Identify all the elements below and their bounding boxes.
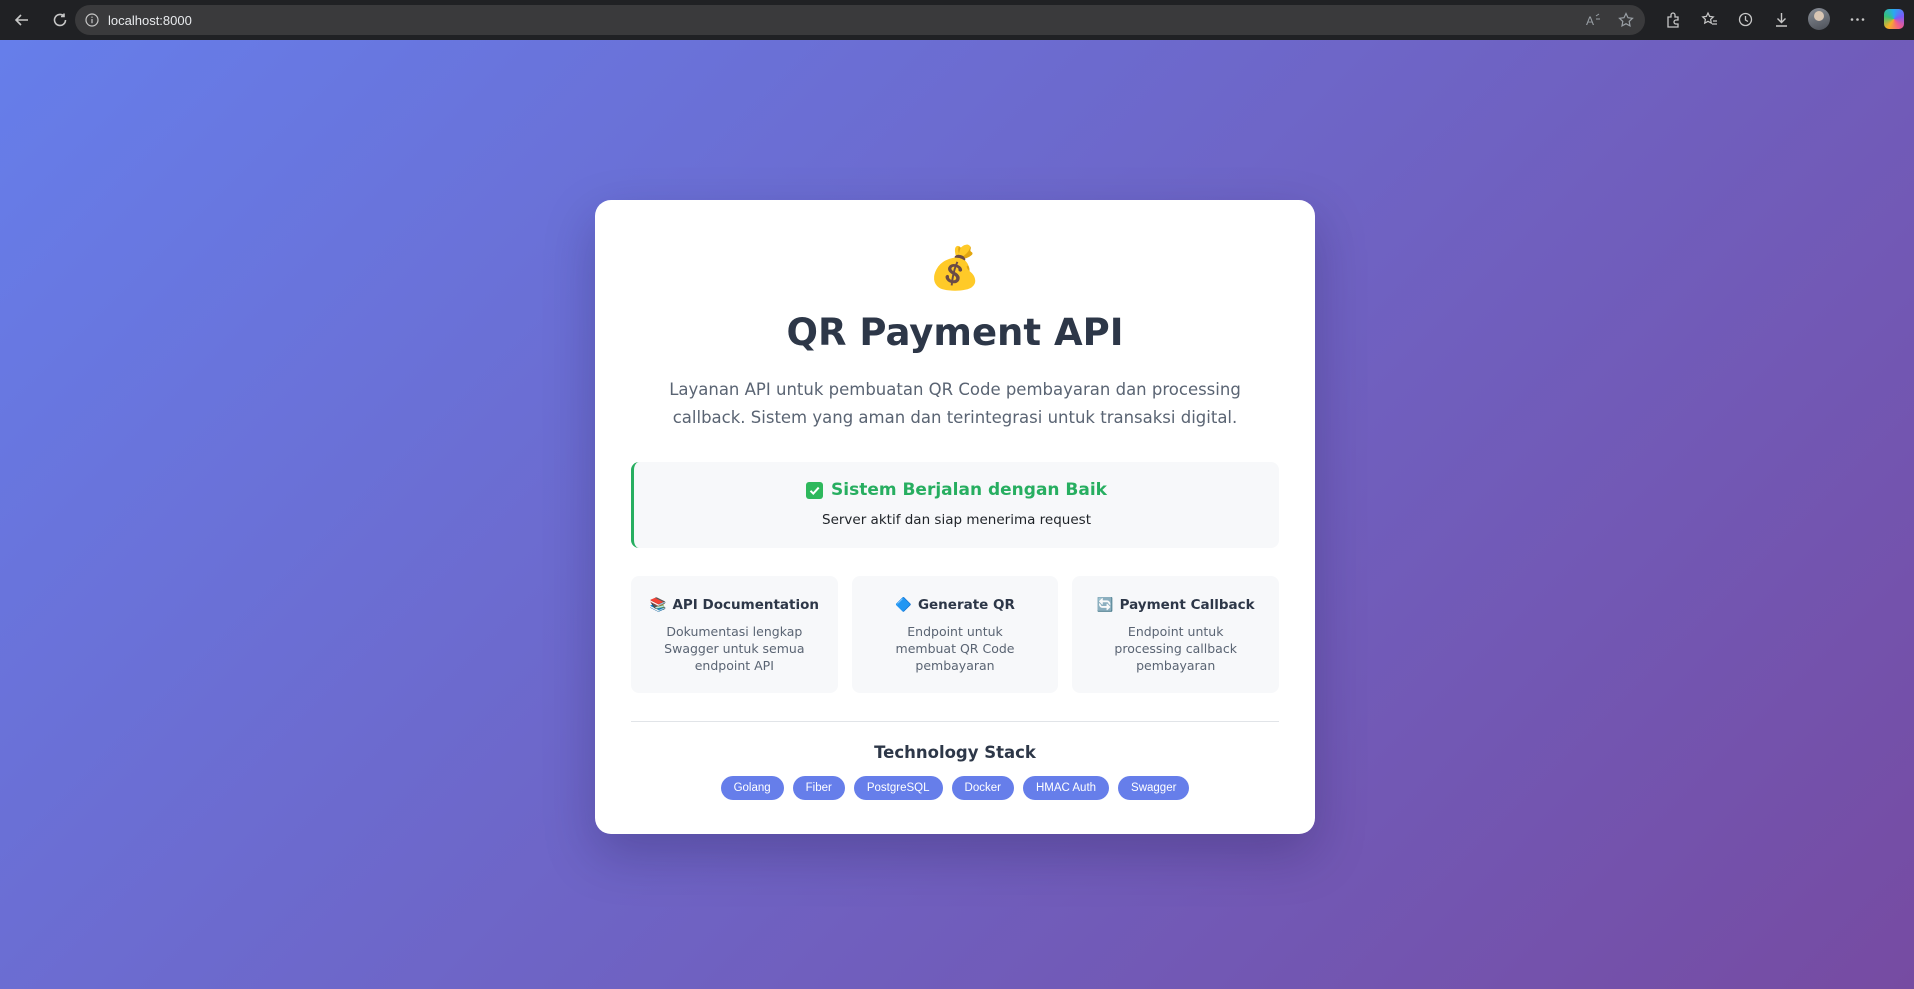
tech-badge: Fiber bbox=[792, 776, 845, 800]
check-icon bbox=[806, 481, 823, 499]
tech-stack-title: Technology Stack bbox=[874, 743, 1036, 762]
feature-card-generate-qr[interactable]: 🔷 Generate QR Endpoint untuk membuat QR … bbox=[851, 576, 1059, 693]
diamond-icon: 🔷 bbox=[895, 597, 912, 613]
feature-card-payment-callback[interactable]: 🔄 Payment Callback Endpoint untuk proces… bbox=[1072, 576, 1280, 693]
feature-description: Endpoint untuk membuat QR Code pembayara… bbox=[895, 624, 1015, 673]
more-icon[interactable] bbox=[1848, 8, 1866, 30]
divider bbox=[631, 721, 1279, 722]
back-arrow-icon[interactable] bbox=[8, 6, 36, 34]
feature-description: Dokumentasi lengkap Swagger untuk semua … bbox=[664, 624, 805, 673]
feature-title: Payment Callback bbox=[1119, 597, 1255, 613]
feature-head: 🔄 Payment Callback bbox=[1086, 596, 1265, 614]
feature-title: Generate QR bbox=[917, 597, 1015, 613]
tech-badge: Docker bbox=[951, 776, 1014, 800]
url-text[interactable]: localhost:8000 bbox=[108, 13, 192, 28]
reload-icon[interactable] bbox=[46, 6, 74, 34]
feature-description: Endpoint untuk processing callback pemba… bbox=[1114, 624, 1237, 673]
favorites-icon[interactable] bbox=[1700, 8, 1718, 30]
status-text: Server aktif dan siap menerima request bbox=[822, 512, 1091, 528]
page-description: Layanan API untuk pembuatan QR Code pemb… bbox=[669, 380, 1241, 427]
info-icon[interactable] bbox=[84, 12, 100, 28]
svg-text:A: A bbox=[1586, 14, 1594, 28]
money-bag-icon: 💰 bbox=[928, 243, 982, 292]
avatar[interactable] bbox=[1808, 8, 1830, 30]
feature-title: API Documentation bbox=[672, 597, 819, 613]
tech-stack-badges: Golang Fiber PostgreSQL Docker HMAC Auth… bbox=[631, 776, 1279, 800]
status-title-row: Sistem Berjalan dengan Baik bbox=[634, 478, 1279, 502]
read-aloud-icon[interactable]: A bbox=[1585, 11, 1603, 29]
tech-badge: Swagger bbox=[1118, 776, 1190, 800]
books-icon: 📚 bbox=[649, 597, 667, 613]
extensions-icon[interactable] bbox=[1664, 8, 1682, 30]
page-background: 💰 QR Payment API Layanan API untuk pembu… bbox=[0, 40, 1914, 989]
main-card: 💰 QR Payment API Layanan API untuk pembu… bbox=[595, 200, 1315, 834]
browser-toolbar: localhost:8000 A bbox=[0, 0, 1914, 40]
copilot-icon[interactable] bbox=[1884, 9, 1904, 29]
tech-badge: HMAC Auth bbox=[1022, 776, 1110, 800]
feature-list: 📚 API Documentation Dokumentasi lengkap … bbox=[631, 576, 1280, 693]
feature-card-api-documentation[interactable]: 📚 API Documentation Dokumentasi lengkap … bbox=[631, 576, 838, 693]
download-icon[interactable] bbox=[1772, 8, 1790, 30]
tech-badge: Golang bbox=[720, 776, 784, 800]
star-icon[interactable] bbox=[1617, 11, 1635, 29]
page-title: QR Payment API bbox=[786, 311, 1124, 354]
tech-badge: PostgreSQL bbox=[853, 776, 943, 800]
status-title: Sistem Berjalan dengan Baik bbox=[831, 480, 1107, 500]
feature-head: 🔷 Generate QR bbox=[866, 596, 1045, 614]
history-icon[interactable] bbox=[1736, 8, 1754, 30]
feature-head: 📚 API Documentation bbox=[645, 596, 824, 614]
address-bar[interactable]: localhost:8000 A bbox=[75, 5, 1645, 35]
status-panel: Sistem Berjalan dengan Baik Server aktif… bbox=[631, 462, 1279, 548]
refresh-icon: 🔄 bbox=[1096, 597, 1114, 613]
